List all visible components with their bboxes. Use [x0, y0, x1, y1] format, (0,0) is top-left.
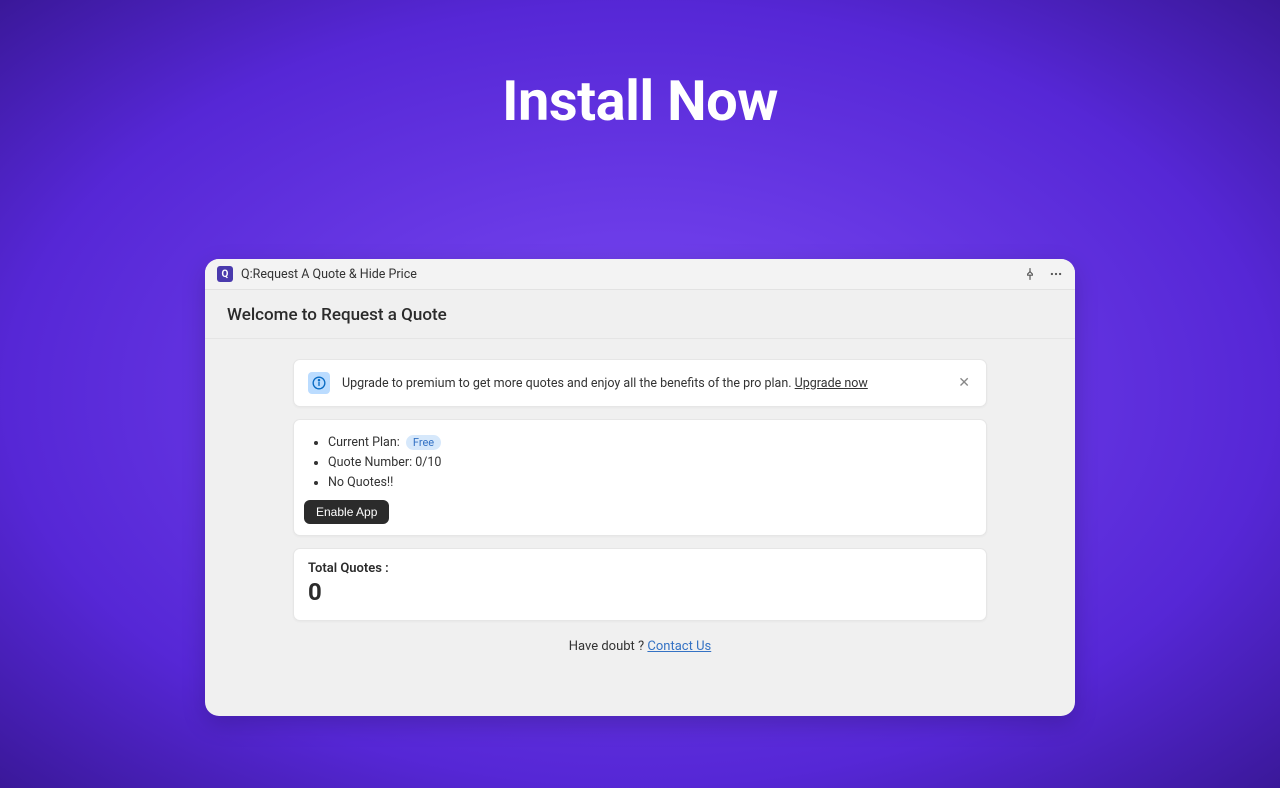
close-icon[interactable]: ✕ [956, 373, 972, 393]
contact-prefix: Have doubt ? [569, 639, 648, 654]
enable-app-button[interactable]: Enable App [304, 500, 389, 524]
plan-badge: Free [406, 435, 441, 450]
contact-row: Have doubt ? Contact Us [293, 639, 987, 654]
app-logo-icon: Q [217, 266, 233, 282]
hero-title: Install Now [0, 68, 1280, 134]
no-quotes-row: No Quotes!! [328, 474, 976, 492]
page-title: Welcome to Request a Quote [205, 290, 1075, 339]
upgrade-message: Upgrade to premium to get more quotes an… [342, 376, 795, 391]
total-quotes-value: 0 [308, 578, 972, 606]
total-quotes-label: Total Quotes : [308, 561, 972, 576]
more-icon[interactable] [1049, 267, 1063, 281]
app-window: Q Q:Request A Quote & Hide Price Welcome… [205, 259, 1075, 716]
plan-list: Current Plan: Free Quote Number: 0/10 No… [328, 434, 976, 492]
upgrade-link[interactable]: Upgrade now [795, 376, 868, 391]
total-quotes-card: Total Quotes : 0 [293, 548, 987, 621]
upgrade-text: Upgrade to premium to get more quotes an… [342, 376, 944, 391]
current-plan-row: Current Plan: Free [328, 434, 976, 452]
contact-us-link[interactable]: Contact Us [647, 639, 711, 654]
app-header-left: Q Q:Request A Quote & Hide Price [217, 266, 417, 282]
current-plan-label: Current Plan: [328, 435, 400, 450]
app-header-right [1023, 267, 1063, 281]
content-area: Upgrade to premium to get more quotes an… [205, 339, 1075, 654]
pin-icon[interactable] [1023, 267, 1037, 281]
app-header: Q Q:Request A Quote & Hide Price [205, 259, 1075, 290]
plan-card: Current Plan: Free Quote Number: 0/10 No… [293, 419, 987, 536]
quote-number-row: Quote Number: 0/10 [328, 454, 976, 472]
app-name: Q:Request A Quote & Hide Price [241, 267, 417, 282]
info-icon [308, 372, 330, 394]
upgrade-banner: Upgrade to premium to get more quotes an… [293, 359, 987, 407]
